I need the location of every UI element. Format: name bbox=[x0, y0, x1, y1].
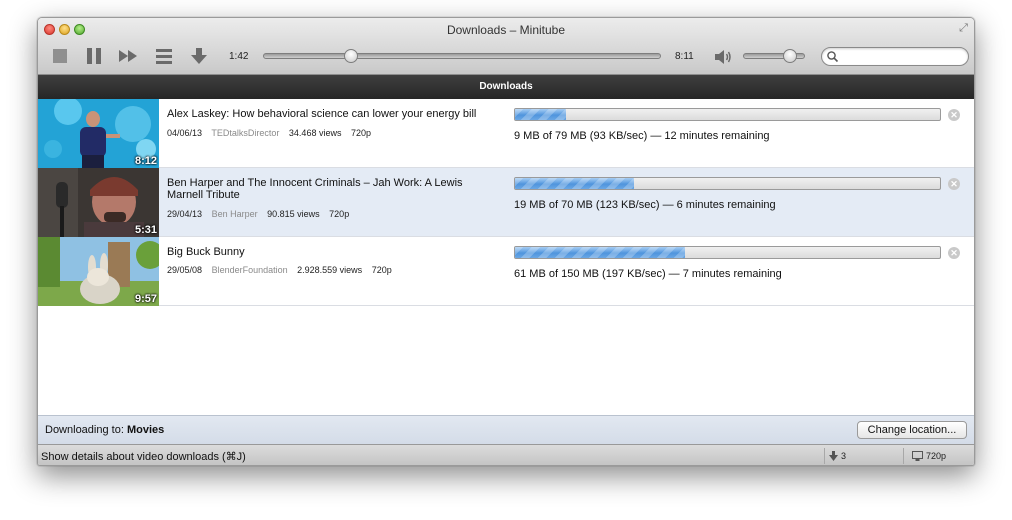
status-message: Show details about video downloads (⌘J) bbox=[41, 451, 246, 463]
downloads-count-button[interactable]: 3 Download(s) bbox=[824, 448, 904, 464]
volume-slider[interactable] bbox=[743, 49, 805, 63]
volume-knob[interactable] bbox=[783, 49, 798, 63]
download-status: 61 MB of 150 MB (197 KB/sec) — 7 minutes… bbox=[514, 268, 782, 280]
search-field[interactable] bbox=[821, 47, 969, 66]
download-progress-bar bbox=[514, 177, 941, 190]
close-icon: ✕ bbox=[950, 248, 958, 258]
video-views: 34.468 views bbox=[288, 128, 342, 138]
app-window: Downloads – Minitube ⤢ 1:42 8:11 Downloa… bbox=[37, 17, 975, 466]
download-arrow-icon bbox=[191, 48, 207, 64]
cancel-download-button[interactable]: ✕ bbox=[948, 178, 960, 190]
total-time: 8:11 bbox=[675, 51, 694, 62]
video-meta: 29/05/08 BlenderFoundation 2.928.559 vie… bbox=[167, 265, 399, 275]
video-date: 04/06/13 bbox=[167, 128, 203, 138]
video-quality: 720p bbox=[329, 209, 350, 219]
window-title: Downloads – Minitube bbox=[446, 23, 566, 37]
video-title: Big Buck Bunny bbox=[167, 246, 245, 258]
fast-forward-icon bbox=[119, 50, 137, 62]
list-icon bbox=[156, 49, 172, 64]
seek-slider[interactable] bbox=[263, 49, 661, 63]
monitor-icon bbox=[912, 451, 923, 461]
video-date: 29/04/13 bbox=[167, 209, 203, 219]
video-meta: 29/04/13 Ben Harper 90.815 views 720p bbox=[167, 209, 356, 219]
video-quality: 720p bbox=[371, 265, 392, 275]
title-bar: Downloads – Minitube ⤢ 1:42 8:11 bbox=[38, 18, 974, 75]
skip-button[interactable] bbox=[118, 46, 138, 66]
download-progress-bar bbox=[514, 108, 941, 121]
status-bar: Show details about video downloads (⌘J) … bbox=[38, 444, 974, 465]
video-title: Alex Laskey: How behavioral science can … bbox=[167, 108, 477, 120]
video-author[interactable]: TEDtalksDirector bbox=[211, 128, 279, 138]
downloads-header: Downloads bbox=[38, 75, 974, 99]
video-thumbnail: 8:12 bbox=[38, 99, 159, 168]
seek-knob[interactable] bbox=[344, 49, 359, 63]
search-icon bbox=[827, 51, 839, 63]
video-views: 2.928.559 views bbox=[297, 265, 363, 275]
downloads-list: 8:12 Alex Laskey: How behavioral science… bbox=[38, 99, 974, 415]
quality-button[interactable]: 720p bbox=[908, 448, 968, 464]
video-thumbnail: 9:57 bbox=[38, 237, 159, 306]
download-progress-fill bbox=[515, 109, 566, 120]
video-duration: 5:31 bbox=[134, 224, 157, 236]
download-status: 19 MB of 70 MB (123 KB/sec) — 6 minutes … bbox=[514, 199, 776, 211]
speaker-icon bbox=[715, 50, 731, 64]
video-quality: 720p bbox=[350, 128, 372, 138]
fullscreen-icon[interactable]: ⤢ bbox=[957, 22, 970, 35]
cancel-download-button[interactable]: ✕ bbox=[948, 247, 960, 259]
download-row[interactable]: 5:31 Ben Harper and The Innocent Crimina… bbox=[38, 168, 974, 237]
download-button[interactable] bbox=[189, 46, 209, 66]
change-location-button[interactable]: Change location... bbox=[857, 421, 967, 439]
download-progress-fill bbox=[515, 247, 685, 258]
download-row[interactable]: 8:12 Alex Laskey: How behavioral science… bbox=[38, 99, 974, 168]
download-progress-fill bbox=[515, 178, 634, 189]
cancel-download-button[interactable]: ✕ bbox=[948, 109, 960, 121]
search-input[interactable] bbox=[840, 50, 960, 64]
volume-button[interactable] bbox=[713, 47, 733, 67]
video-thumbnail: 5:31 bbox=[38, 168, 159, 237]
download-arrow-icon bbox=[829, 451, 838, 461]
stop-icon bbox=[53, 49, 67, 63]
video-views: 90.815 views bbox=[267, 209, 320, 219]
download-progress-bar bbox=[514, 246, 941, 259]
video-duration: 9:57 bbox=[134, 293, 157, 305]
video-date: 29/05/08 bbox=[167, 265, 203, 275]
download-status: 9 MB of 79 MB (93 KB/sec) — 12 minutes r… bbox=[514, 130, 770, 142]
video-author[interactable]: BlenderFoundation bbox=[212, 265, 288, 275]
elapsed-time: 1:42 bbox=[229, 51, 249, 62]
quality-label: 720p bbox=[926, 451, 947, 461]
video-author[interactable]: Ben Harper bbox=[212, 209, 258, 219]
close-icon: ✕ bbox=[950, 179, 958, 189]
video-duration: 8:12 bbox=[134, 155, 157, 167]
pause-button[interactable] bbox=[84, 46, 104, 66]
downloading-to-label: Downloading to: bbox=[45, 424, 124, 436]
download-location-bar: Downloading to: Movies Change location..… bbox=[38, 415, 974, 444]
playlist-button[interactable] bbox=[154, 46, 174, 66]
download-folder-name: Movies bbox=[126, 424, 165, 436]
download-location: Downloading to: Movies bbox=[45, 424, 164, 436]
stop-button[interactable] bbox=[50, 46, 70, 66]
close-icon: ✕ bbox=[950, 110, 958, 120]
video-title: Ben Harper and The Innocent Criminals – … bbox=[167, 177, 463, 201]
pause-icon bbox=[87, 48, 101, 64]
download-row[interactable]: 9:57 Big Buck Bunny 29/05/08 BlenderFoun… bbox=[38, 237, 974, 306]
video-meta: 04/06/13 TEDtalksDirector 34.468 views 7… bbox=[167, 128, 378, 138]
